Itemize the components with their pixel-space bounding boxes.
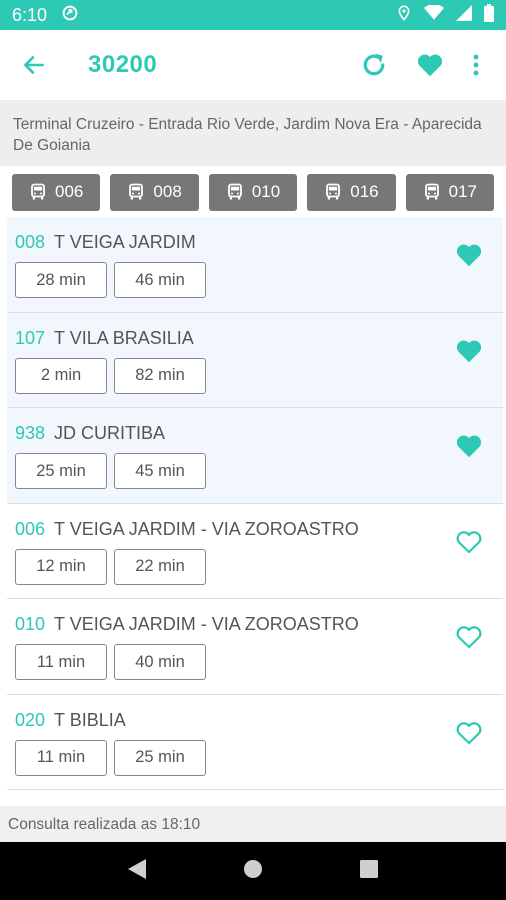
stop-chip[interactable]: 016 <box>307 173 396 211</box>
arrival-time: 46 min <box>114 262 206 298</box>
arrival-time: 45 min <box>114 453 206 489</box>
arrival-time: 11 min <box>15 739 107 776</box>
recents-nav-button[interactable] <box>359 859 378 883</box>
last-query-text: Consulta realizada as 18:10 <box>0 806 506 842</box>
triangle-back-icon <box>128 858 147 879</box>
page-title: 30200 <box>88 51 158 78</box>
wifi-icon <box>424 3 444 26</box>
bus-icon <box>227 183 242 200</box>
favorites-button[interactable] <box>402 43 458 87</box>
route-item[interactable]: 008 T VEIGA JARDIM 28 min 46 min <box>7 217 503 313</box>
route-name: T VEIGA JARDIM - VIA ZOROASTRO <box>54 614 359 634</box>
favorite-toggle[interactable] <box>451 524 487 560</box>
arrival-time: 25 min <box>114 739 206 776</box>
data-saver-icon <box>61 4 79 27</box>
battery-icon <box>484 3 494 27</box>
arrival-time: 25 min <box>15 453 107 489</box>
square-recents-icon <box>359 859 378 878</box>
route-item[interactable]: 938 JD CURITIBA 25 min 45 min <box>7 408 503 504</box>
stop-chip[interactable]: 010 <box>208 173 298 211</box>
status-bar: 6:10 <box>0 0 506 30</box>
bus-icon <box>31 183 45 200</box>
favorite-toggle[interactable] <box>451 428 487 464</box>
stop-chip-label: 010 <box>251 182 281 201</box>
arrival-time: 22 min <box>114 548 206 585</box>
stop-chip[interactable]: 006 <box>12 173 101 211</box>
back-button[interactable] <box>12 43 56 87</box>
route-number: 938 <box>15 423 46 443</box>
arrival-time: 2 min <box>15 357 107 394</box>
signal-icon <box>456 4 472 26</box>
heart-filled-icon <box>456 244 482 267</box>
stop-address: Terminal Cruzeiro - Entrada Rio Verde, J… <box>0 100 506 166</box>
heart-filled-icon <box>456 340 482 362</box>
circle-home-icon <box>243 859 262 878</box>
route-name: T VEIGA JARDIM <box>54 232 196 252</box>
stop-chip-label: 017 <box>448 182 478 201</box>
route-name: T VILA BRASILIA <box>54 327 194 348</box>
location-icon <box>396 4 412 27</box>
route-name: T VEIGA JARDIM - VIA ZOROASTRO <box>54 518 359 539</box>
route-item[interactable]: 107 T VILA BRASILIA 2 min 82 min <box>7 312 503 408</box>
route-list: 008 T VEIGA JARDIM 28 min 46 min 107 T V… <box>7 217 503 790</box>
route-number: 010 <box>15 614 46 634</box>
refresh-icon <box>363 53 385 76</box>
heart-outline-icon <box>456 626 482 649</box>
arrival-time: 28 min <box>15 262 107 298</box>
heart-outline-icon <box>456 721 482 744</box>
heart-icon <box>417 54 443 77</box>
stop-chip-label: 016 <box>350 182 379 201</box>
bus-icon <box>424 183 439 200</box>
more-options-button[interactable] <box>458 43 494 87</box>
route-number: 008 <box>15 232 46 252</box>
refresh-button[interactable] <box>346 43 402 87</box>
stop-chip[interactable]: 017 <box>405 173 495 211</box>
stop-chip-label: 008 <box>153 182 182 201</box>
favorite-toggle[interactable] <box>451 333 487 369</box>
route-item[interactable]: 006 T VEIGA JARDIM - VIA ZOROASTRO 12 mi… <box>7 504 503 599</box>
route-name: JD CURITIBA <box>54 423 166 443</box>
heart-outline-icon <box>456 530 482 553</box>
back-nav-button[interactable] <box>128 858 147 884</box>
home-nav-button[interactable] <box>243 859 263 884</box>
route-name: T BIBLIA <box>54 709 126 730</box>
bus-icon <box>129 183 144 200</box>
status-time: 6:10 <box>12 4 48 25</box>
route-item[interactable]: 020 T BIBLIA 11 min 25 min <box>7 695 503 790</box>
stops-row: 006 008 010 016 017 <box>0 166 506 218</box>
route-number: 020 <box>15 709 46 730</box>
heart-filled-icon <box>456 435 482 458</box>
system-nav-bar <box>0 842 506 900</box>
arrival-time: 40 min <box>114 644 206 680</box>
route-number: 006 <box>15 518 46 539</box>
arrival-time: 82 min <box>114 357 206 394</box>
favorite-toggle[interactable] <box>451 237 487 273</box>
app-bar: 30200 <box>0 30 506 100</box>
route-item[interactable]: 010 T VEIGA JARDIM - VIA ZOROASTRO 11 mi… <box>7 599 503 695</box>
stop-chip-label: 006 <box>55 182 84 201</box>
favorite-toggle[interactable] <box>451 715 487 751</box>
arrival-time: 12 min <box>15 548 107 585</box>
stop-chip[interactable]: 008 <box>110 173 199 211</box>
favorite-toggle[interactable] <box>451 619 487 655</box>
bus-icon <box>326 183 341 200</box>
route-number: 107 <box>15 327 46 348</box>
more-vert-icon <box>473 54 479 76</box>
arrival-time: 11 min <box>15 644 107 680</box>
arrow-left-icon <box>24 56 44 74</box>
